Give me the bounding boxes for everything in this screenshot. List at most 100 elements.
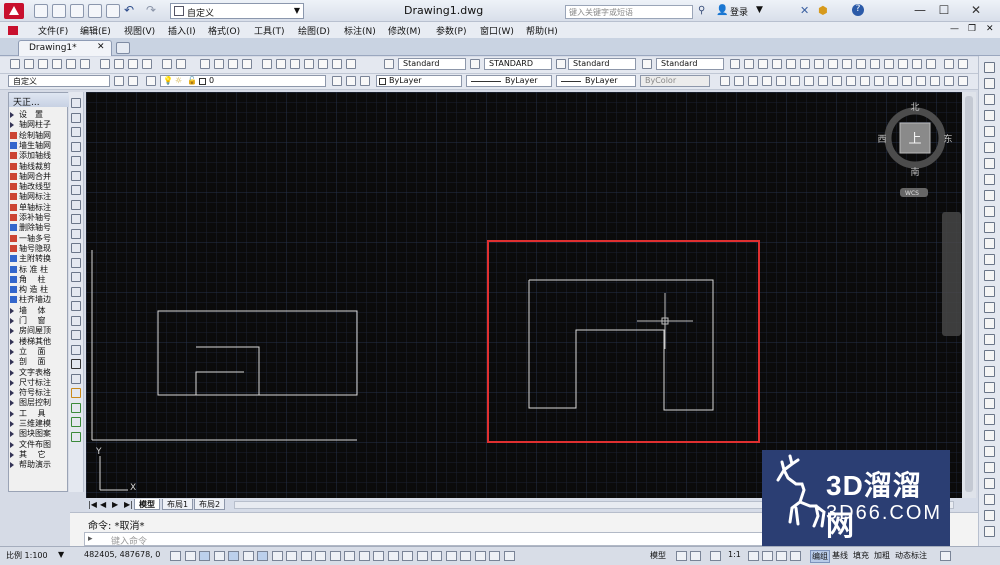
array-icon[interactable] <box>984 126 995 137</box>
user-icon[interactable]: 👤 <box>716 5 728 16</box>
table-icon[interactable] <box>71 344 81 355</box>
plotstyle-select[interactable]: ByColor <box>640 75 710 87</box>
login-button[interactable]: 登录 <box>730 5 748 18</box>
trim-icon[interactable] <box>984 206 995 217</box>
publish-icon[interactable] <box>80 59 90 69</box>
tz-elevation-icon[interactable] <box>888 76 898 86</box>
workspace-switch-icon[interactable] <box>748 551 759 561</box>
osnap-midpoint-icon[interactable] <box>758 59 768 69</box>
help-icon[interactable] <box>346 59 356 69</box>
tz-block-icon[interactable] <box>930 76 940 86</box>
doc-minimize-button[interactable]: — <box>950 24 959 34</box>
tianzheng-panel-header[interactable]: 天正... <box>9 93 69 108</box>
tz-menu-item[interactable]: 轴线裁剪 <box>10 161 67 171</box>
lineweight-icon[interactable] <box>300 551 312 561</box>
table-style-icon[interactable] <box>556 59 566 69</box>
clean-screen-icon[interactable] <box>940 551 951 561</box>
drawing-canvas[interactable]: Y X 上 北 南 东 西 WCS <box>86 92 976 498</box>
viewcube-east-label[interactable]: 东 <box>943 133 952 145</box>
add-selected-icon[interactable] <box>71 373 81 384</box>
tz-menu-item[interactable]: 设 置 <box>10 109 67 119</box>
point-icon[interactable] <box>71 286 81 297</box>
steering-icon[interactable] <box>460 551 471 561</box>
workspace-settings-icon[interactable] <box>128 76 138 86</box>
doc-tab-drawing1[interactable]: Drawing1* ✕ <box>18 40 112 56</box>
osnap-nearest-icon[interactable] <box>898 59 908 69</box>
hardware-acceleration-icon[interactable] <box>776 551 787 561</box>
osnap-tangent-icon[interactable] <box>828 59 838 69</box>
tz-symbol-icon[interactable] <box>874 76 884 86</box>
menu-edit[interactable]: 编辑(E) <box>80 24 111 37</box>
tz-menu-item[interactable]: 一轴多号 <box>10 233 67 243</box>
region-icon[interactable] <box>71 330 81 340</box>
tz-menu-item[interactable]: 删除轴号 <box>10 222 67 232</box>
erase-icon[interactable] <box>984 62 995 73</box>
workspace-select[interactable]: 自定义 ▼ <box>170 3 304 19</box>
make-current-icon[interactable] <box>332 76 342 86</box>
tz-menu-item[interactable]: 房间屋顶 <box>10 325 67 335</box>
tool-palettes-icon[interactable] <box>290 59 300 69</box>
dim-style-icon[interactable] <box>470 59 480 69</box>
paste-icon[interactable] <box>128 59 138 69</box>
new-icon[interactable] <box>10 59 20 69</box>
tz-dim-icon[interactable] <box>832 76 842 86</box>
tab-model[interactable]: 模型 <box>134 499 160 510</box>
annotation-scale[interactable]: 1:1 <box>728 550 741 559</box>
ellipse-arc-icon[interactable] <box>71 243 81 253</box>
make-block-icon[interactable] <box>71 272 81 282</box>
circle-icon[interactable] <box>71 185 81 195</box>
tz-menu-item[interactable]: 工 具 <box>10 408 67 418</box>
ortho-mode-icon[interactable] <box>199 551 210 561</box>
menu-modify[interactable]: 修改(M) <box>388 24 421 37</box>
preview-icon[interactable] <box>66 59 76 69</box>
rotate-icon[interactable] <box>984 158 995 169</box>
minimize-button[interactable]: — <box>910 3 930 19</box>
tz-menu-item[interactable]: 符号标注 <box>10 387 67 397</box>
tz-menu-item[interactable]: 三维建模 <box>10 418 67 428</box>
match-prop-icon[interactable] <box>142 59 152 69</box>
chevron-down-icon[interactable]: ▼ <box>58 550 64 559</box>
tab-prev-icon[interactable]: ◀ <box>100 500 106 509</box>
print-icon[interactable] <box>52 59 62 69</box>
menu-tools[interactable]: 工具(T) <box>254 24 285 37</box>
design-center-icon[interactable] <box>276 59 286 69</box>
zoom-window-icon[interactable] <box>228 59 238 69</box>
redo-icon[interactable] <box>176 59 186 69</box>
am-icon[interactable] <box>402 551 413 561</box>
tz-window-icon[interactable] <box>776 76 786 86</box>
ducs-icon[interactable] <box>271 551 283 561</box>
chamfer-icon[interactable] <box>984 286 995 297</box>
menu-draw[interactable]: 绘图(D) <box>298 24 330 37</box>
undo-icon[interactable]: ↶ <box>124 3 134 17</box>
showmotion-icon[interactable] <box>474 551 486 561</box>
vertical-scroll-thumb[interactable] <box>965 96 973 492</box>
layer-unlock-icon[interactable] <box>984 494 995 505</box>
mtext-icon[interactable] <box>71 359 81 369</box>
annotation-visibility-icon[interactable] <box>489 551 500 561</box>
dim-linear-icon[interactable] <box>944 59 954 69</box>
rectangle-icon[interactable] <box>71 156 81 166</box>
polyline-icon[interactable] <box>71 127 81 137</box>
tab-layout1[interactable]: 布局1 <box>162 499 194 510</box>
snap-mode-icon[interactable] <box>170 551 181 561</box>
tz-menu-item[interactable]: 柱齐墙边 <box>10 294 67 304</box>
arc-icon[interactable] <box>71 170 81 181</box>
tz-menu-item[interactable]: 构 造 柱 <box>10 284 67 294</box>
break-point-icon[interactable] <box>984 238 995 249</box>
viewcube-north-label[interactable]: 北 <box>910 102 919 113</box>
pan-icon[interactable] <box>445 551 457 561</box>
apps-icon[interactable]: ⬢ <box>818 4 828 17</box>
osnap-insert-icon[interactable] <box>870 59 880 69</box>
layer-previous-icon[interactable] <box>346 76 356 86</box>
viewcube-south-label[interactable]: 南 <box>910 166 919 178</box>
help-icon[interactable]: ? <box>852 4 864 16</box>
menu-dimension[interactable]: 标注(N) <box>344 24 376 37</box>
binoculars-icon[interactable]: ⚲ <box>698 5 705 16</box>
menu-format[interactable]: 格式(O) <box>208 24 240 37</box>
draworder-icon[interactable] <box>984 334 995 345</box>
sheet-set-icon[interactable] <box>304 59 314 69</box>
insert-block-icon[interactable] <box>71 257 81 268</box>
tz-menu-item[interactable]: 图块图案 <box>10 428 67 438</box>
mirror-icon[interactable] <box>984 94 995 105</box>
annotation-scale-icon[interactable] <box>710 551 721 561</box>
